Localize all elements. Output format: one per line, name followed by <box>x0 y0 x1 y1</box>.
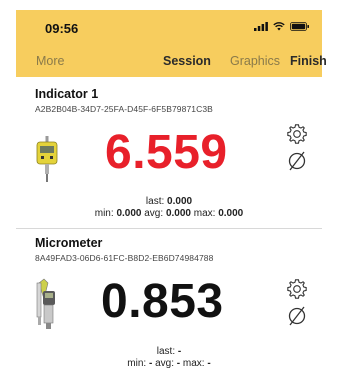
min-label: min: <box>127 358 147 369</box>
device-id: A2B2B04B-34D7-25FA-D45F-6F5B79871C3B <box>35 104 213 114</box>
max-value: 0.000 <box>218 208 244 219</box>
last-label: last: <box>145 196 165 207</box>
max-value: - <box>207 358 211 369</box>
max-label: max: <box>182 358 205 369</box>
battery-icon <box>290 22 309 31</box>
wifi-icon <box>273 22 285 31</box>
last-value-line: last: 0.000 <box>16 196 322 207</box>
min-value: 0.000 <box>116 208 142 219</box>
last-value: 0.000 <box>167 196 193 207</box>
zero-reset-icon[interactable] <box>287 150 307 172</box>
dial-indicator-icon <box>36 136 58 182</box>
stats-line: min: 0.000 avg: 0.000 max: 0.000 <box>16 208 322 219</box>
avg-value: 0.000 <box>165 208 191 219</box>
last-label: last: <box>156 346 176 357</box>
zero-reset-icon[interactable] <box>287 305 307 327</box>
device-name: Micrometer <box>35 236 103 250</box>
last-value-line: last: - <box>16 346 322 357</box>
divider <box>16 228 322 229</box>
micrometer-icon <box>36 278 55 329</box>
micrometer-reading: 0.853 <box>101 275 224 328</box>
min-value: - <box>148 358 153 369</box>
indicator-reading: 6.559 <box>105 126 228 179</box>
finish-button[interactable]: Finish <box>290 54 327 68</box>
status-icons <box>254 22 310 31</box>
device-id: 8A49FAD3-06D6-61FC-B8D2-EB6D74984788 <box>35 253 214 263</box>
max-label: max: <box>193 208 216 219</box>
more-button[interactable]: More <box>36 54 64 68</box>
avg-label: avg: <box>144 208 164 219</box>
settings-gear-icon[interactable] <box>286 278 308 300</box>
device-name: Indicator 1 <box>35 87 99 101</box>
tab-session[interactable]: Session <box>163 54 211 68</box>
min-label: min: <box>94 208 114 219</box>
tab-graphics[interactable]: Graphics <box>230 54 280 68</box>
settings-gear-icon[interactable] <box>286 123 308 145</box>
top-bar: 09:56 More Session Graphics Finish <box>16 10 327 77</box>
avg-value: - <box>176 358 181 369</box>
signal-icon <box>254 22 268 31</box>
status-time: 09:56 <box>45 21 79 36</box>
last-value: - <box>177 346 182 357</box>
stats-line: min: - avg: - max: - <box>16 358 322 369</box>
device-card-micrometer: Micrometer 8A49FAD3-06D6-61FC-B8D2-EB6D7… <box>16 233 322 374</box>
avg-label: avg: <box>155 358 174 369</box>
device-card-indicator: Indicator 1 A2B2B04B-34D7-25FA-D45F-6F5B… <box>16 84 322 230</box>
